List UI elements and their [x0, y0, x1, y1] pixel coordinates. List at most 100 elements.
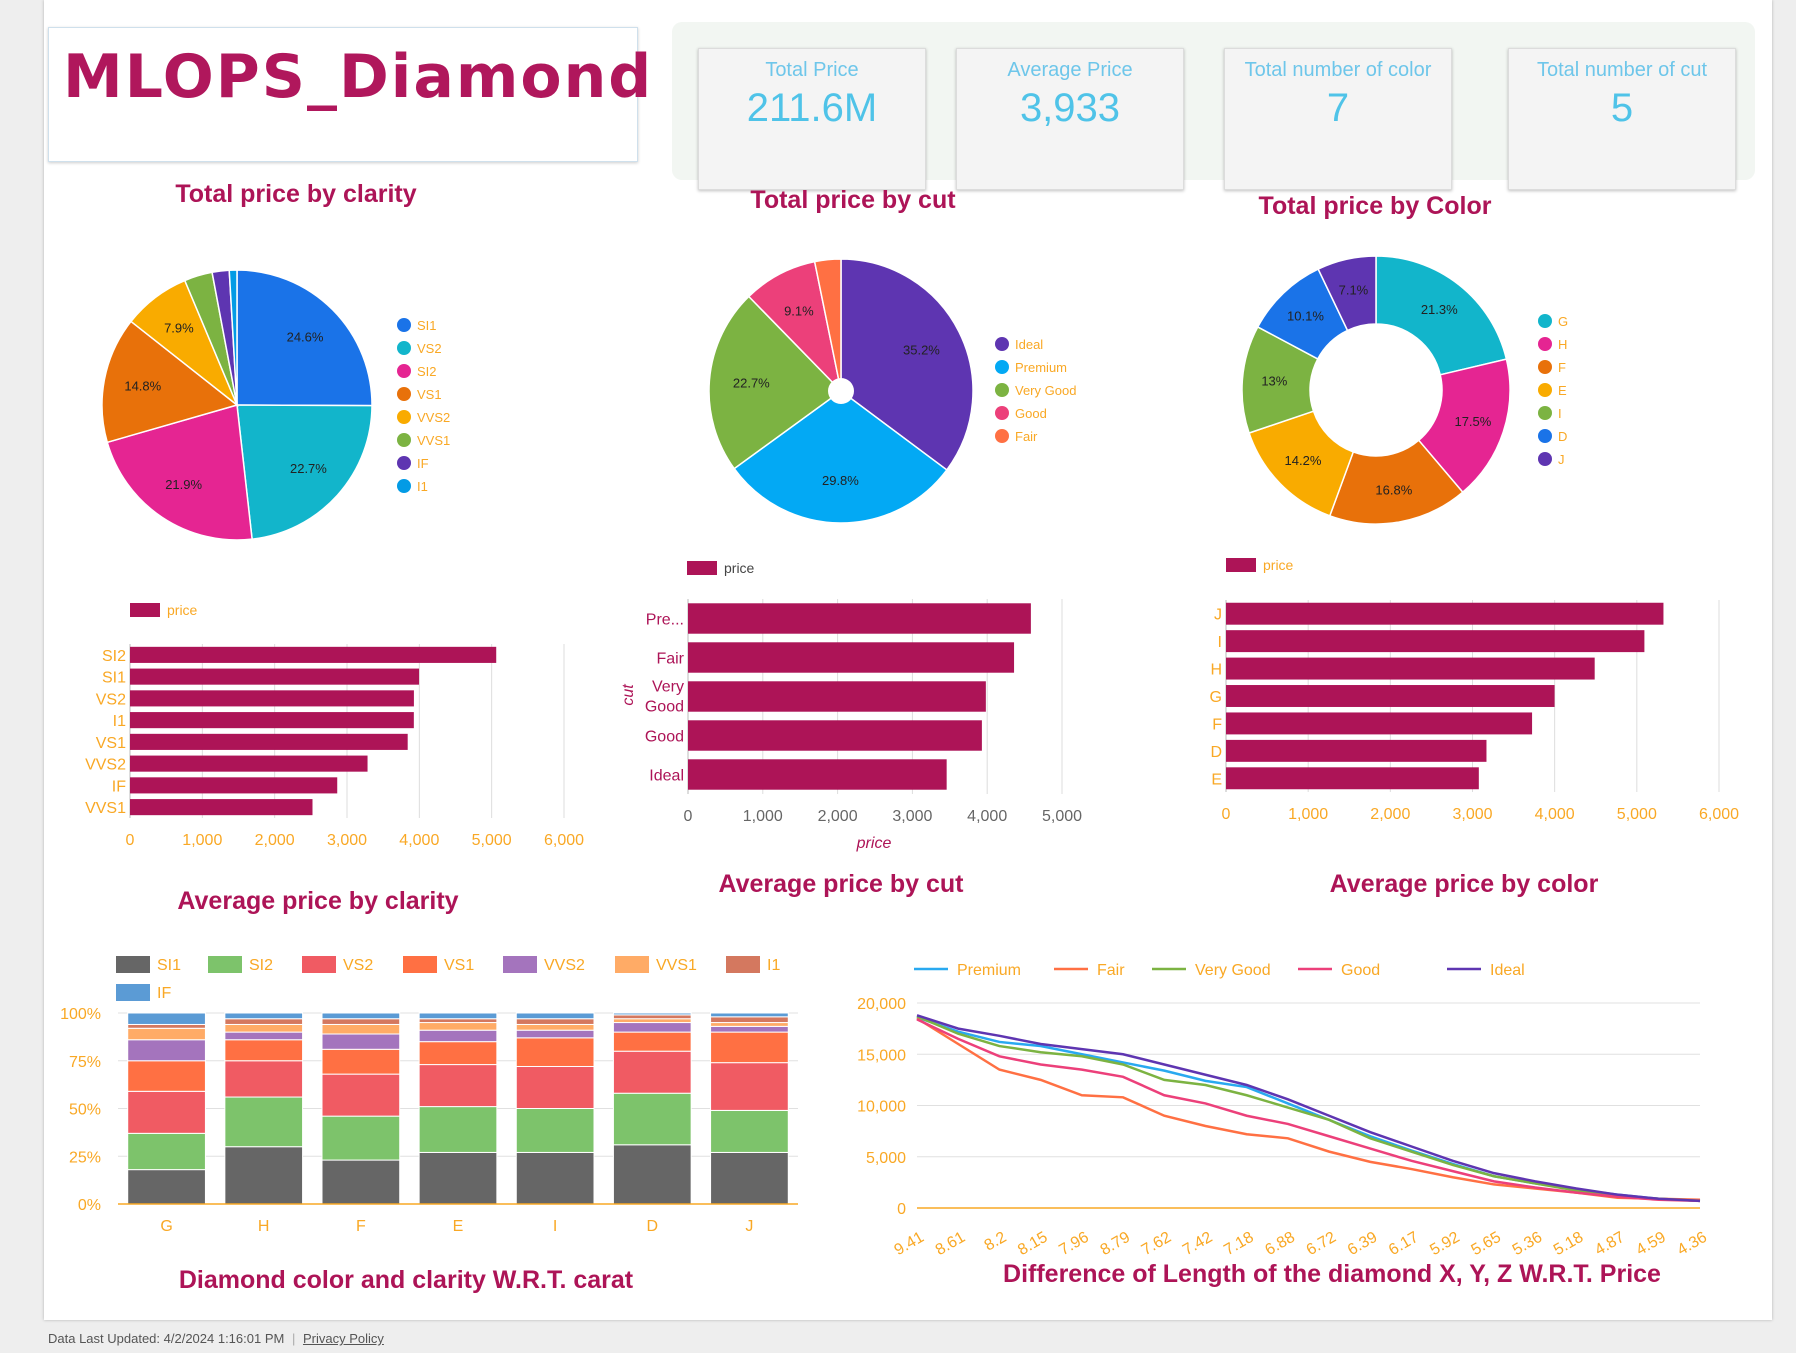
stack-y-tick: 50% — [69, 1102, 101, 1119]
bar5-x-tick: 3,000 — [1452, 806, 1492, 823]
bar3-bar[interactable] — [130, 690, 414, 707]
stack-legend-label: VVS1 — [656, 957, 697, 974]
stack-segment[interactable] — [418, 1022, 498, 1031]
pie0-legend-swatch — [397, 479, 411, 493]
bar4-bar[interactable] — [688, 681, 986, 712]
stack-segment[interactable] — [321, 1033, 401, 1050]
stack-segment[interactable] — [127, 1169, 206, 1205]
stack-segment[interactable] — [515, 1018, 595, 1025]
stack-segment[interactable] — [127, 1012, 206, 1025]
stack-segment[interactable] — [515, 1108, 595, 1153]
bar3-bar[interactable] — [130, 668, 420, 685]
stack-segment[interactable] — [321, 1115, 401, 1161]
stack-segment[interactable] — [224, 1023, 304, 1033]
bar5-bar[interactable] — [1226, 767, 1479, 790]
stack-segment[interactable] — [515, 1029, 595, 1039]
stack-segment[interactable] — [515, 1037, 595, 1067]
bar5-bar[interactable] — [1226, 602, 1664, 625]
line-series[interactable] — [916, 1016, 1701, 1203]
stack-segment[interactable] — [710, 1022, 789, 1027]
pie1-data-label: 35.2% — [903, 343, 940, 358]
stack-segment[interactable] — [418, 1106, 498, 1153]
stack-segment[interactable] — [224, 1096, 304, 1148]
bar3-bar[interactable] — [130, 755, 368, 772]
stack-segment[interactable] — [612, 1144, 692, 1205]
stack-segment[interactable] — [127, 1060, 206, 1092]
stack-segment[interactable] — [224, 1031, 304, 1041]
stack-segment[interactable] — [612, 1050, 692, 1094]
stack-segment[interactable] — [418, 1018, 498, 1024]
bar3-category-label: VS2 — [96, 691, 126, 708]
bar5-bar[interactable] — [1226, 630, 1645, 653]
bar3-bar[interactable] — [130, 646, 497, 663]
stack-segment[interactable] — [710, 1016, 789, 1024]
stack-segment[interactable] — [418, 1041, 498, 1066]
stack-segment[interactable] — [224, 1060, 304, 1098]
stack-segment[interactable] — [321, 1012, 401, 1020]
bar4-bar[interactable] — [688, 759, 947, 790]
bar5-bar[interactable] — [1226, 657, 1595, 680]
stack-segment[interactable] — [515, 1023, 595, 1031]
dashboard-charts: Total price by clarity 24.6% 22.7% 21.9% 14.… — [60, 180, 1739, 1294]
line-series[interactable] — [916, 1014, 1701, 1203]
bar3-bar[interactable] — [130, 777, 338, 794]
stack-segment[interactable] — [710, 1151, 789, 1205]
bar5-bar[interactable] — [1226, 739, 1487, 762]
line-y-tick: 0 — [897, 1201, 906, 1218]
stack-segment[interactable] — [321, 1018, 401, 1025]
stack-segment[interactable] — [418, 1029, 498, 1043]
privacy-policy-link[interactable]: Privacy Policy — [303, 1331, 384, 1346]
stack-segment[interactable] — [127, 1090, 206, 1134]
bar3-bar[interactable] — [130, 799, 313, 816]
stack-segment[interactable] — [321, 1048, 401, 1075]
chart-title-clarity-pie: Total price by clarity — [175, 180, 416, 208]
bar4-bar[interactable] — [688, 720, 982, 751]
bar4-bar[interactable] — [688, 642, 1015, 673]
stack-segment[interactable] — [612, 1092, 692, 1146]
stack-segment[interactable] — [418, 1064, 498, 1108]
stack-segment[interactable] — [612, 1022, 692, 1033]
bar3-bar[interactable] — [130, 712, 414, 729]
stack-segment[interactable] — [321, 1159, 401, 1205]
stack-segment[interactable] — [612, 1012, 692, 1016]
bar5-bar[interactable] — [1226, 685, 1555, 707]
stack-segment[interactable] — [127, 1027, 206, 1041]
stack-segment[interactable] — [127, 1039, 206, 1062]
stack-segment[interactable] — [515, 1151, 595, 1205]
stack-segment[interactable] — [418, 1151, 498, 1205]
stack-segment[interactable] — [127, 1023, 206, 1029]
stack-segment[interactable] — [224, 1018, 304, 1025]
stack-segment[interactable] — [710, 1025, 789, 1033]
stack-segment[interactable] — [710, 1012, 789, 1018]
bar5-category-label: G — [1210, 689, 1222, 706]
line-x-tick: 7.18 — [1221, 1229, 1257, 1259]
stack-segment[interactable] — [612, 1014, 692, 1020]
stack-segment[interactable] — [321, 1023, 401, 1035]
bar4-category-label: Fair — [656, 651, 684, 668]
pie1-legend-label: Very Good — [1015, 383, 1076, 398]
stack-segment[interactable] — [224, 1039, 304, 1062]
stack-segment[interactable] — [515, 1065, 595, 1109]
stack-segment[interactable] — [710, 1062, 789, 1111]
stack-segment[interactable] — [612, 1018, 692, 1024]
pie2-legend-label: G — [1558, 314, 1568, 329]
pie0-legend-label: VS1 — [417, 387, 442, 402]
stack-segment[interactable] — [515, 1012, 595, 1020]
stack-segment[interactable] — [321, 1073, 401, 1117]
pie0-legend-label: VS2 — [417, 341, 442, 356]
bar4-bar[interactable] — [688, 603, 1031, 634]
bar5-category-label: J — [1214, 607, 1222, 624]
stack-segment[interactable] — [127, 1132, 206, 1171]
line-x-tick: 5.18 — [1551, 1229, 1587, 1259]
stack-segment[interactable] — [612, 1031, 692, 1052]
bar4-x-axis-title: price — [856, 835, 892, 852]
bar5-bar[interactable] — [1226, 712, 1533, 735]
bar3-category-label: SI1 — [102, 670, 126, 687]
stack-segment[interactable] — [224, 1012, 304, 1020]
stack-segment[interactable] — [710, 1109, 789, 1153]
stack-segment[interactable] — [710, 1031, 789, 1064]
bar3-category-label: VS1 — [96, 735, 126, 752]
stack-segment[interactable] — [418, 1012, 498, 1020]
stack-segment[interactable] — [224, 1146, 304, 1205]
bar3-bar[interactable] — [130, 733, 408, 750]
